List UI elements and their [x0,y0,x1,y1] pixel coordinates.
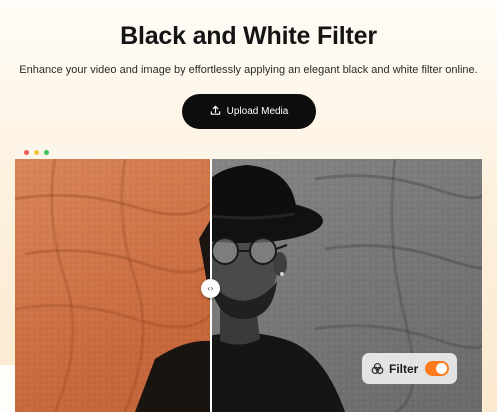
page-title: Black and White Filter [120,22,377,50]
close-dot[interactable] [24,150,29,155]
page-subtitle: Enhance your video and image by effortle… [19,64,478,76]
minimize-dot[interactable] [34,150,39,155]
filter-label: Filter [389,361,419,376]
preview-window: ‹› Filter [15,145,482,412]
filter-toggle[interactable] [425,361,449,376]
color-filter-icon [371,362,384,375]
filter-control[interactable]: Filter [362,353,457,384]
upload-media-button[interactable]: Upload Media [182,94,316,129]
before-after-viewer[interactable]: ‹› Filter [15,159,482,412]
upload-icon [210,105,221,119]
maximize-dot[interactable] [44,150,49,155]
compare-slider-handle[interactable]: ‹› [201,279,220,298]
toggle-knob [436,363,447,374]
window-titlebar [15,145,482,159]
upload-media-label: Upload Media [226,106,289,117]
page-bottom-left-fade [0,365,15,412]
